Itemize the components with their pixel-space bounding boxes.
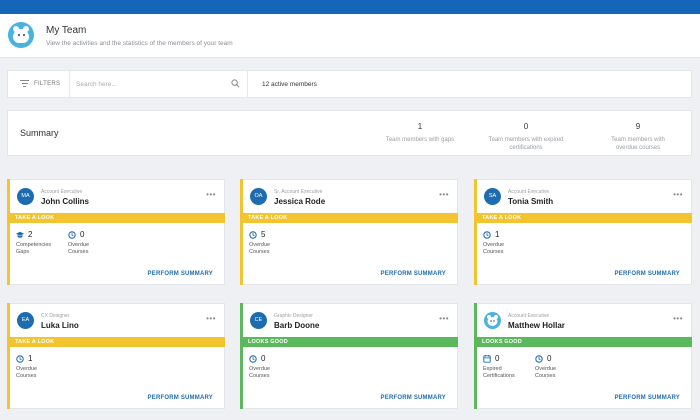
member-role: Account Executive xyxy=(508,313,550,319)
status-stripe xyxy=(7,179,10,285)
clock-icon xyxy=(68,231,76,239)
status-badge: LOOKS GOOD xyxy=(243,337,458,347)
member-card[interactable]: OA Sr. Account Executive Jessica Rode ••… xyxy=(240,179,458,285)
search-box xyxy=(70,71,248,97)
metric-label: Overdue Courses xyxy=(68,242,90,255)
page-subtitle: View the activities and the statistics o… xyxy=(46,40,233,47)
stat-value: 1 xyxy=(417,122,423,131)
perform-summary-button[interactable]: PERFORM SUMMARY xyxy=(148,395,213,401)
filters-button[interactable]: FILTERS xyxy=(8,71,70,97)
more-options-icon[interactable]: ••• xyxy=(673,315,683,323)
metric-value: 0 xyxy=(495,354,500,363)
more-options-icon[interactable]: ••• xyxy=(206,191,216,199)
stat-expired-certifications: 0 Team members with expired certificatio… xyxy=(471,121,581,152)
metric-label: Overdue Courses xyxy=(483,242,505,255)
avatar[interactable]: MA xyxy=(17,188,34,205)
metric-value: 5 xyxy=(261,230,266,239)
more-options-icon[interactable]: ••• xyxy=(673,191,683,199)
status-stripe xyxy=(240,179,243,285)
metric-label: Overdue Courses xyxy=(535,366,557,379)
filter-icon xyxy=(20,80,29,88)
page-title: My Team xyxy=(46,25,87,36)
member-card[interactable]: EA CX Designer Luka Lino ••• TAKE A LOOK… xyxy=(7,303,225,409)
member-role: Account Executive xyxy=(508,189,550,195)
page-header: My Team View the activities and the stat… xyxy=(0,14,700,58)
member-card[interactable]: MA Account Executive John Collins ••• TA… xyxy=(7,179,225,285)
status-badge: TAKE A LOOK xyxy=(477,213,692,223)
avatar[interactable]: CE xyxy=(250,312,267,329)
more-options-icon[interactable]: ••• xyxy=(439,191,449,199)
stat-label: Team members with xyxy=(611,137,665,143)
summary-title: Summary xyxy=(20,128,59,138)
stat-label-line2: overdue courses xyxy=(615,145,661,151)
member-card[interactable]: Account Executive Matthew Hollar ••• LOO… xyxy=(474,303,692,409)
perform-summary-button[interactable]: PERFORM SUMMARY xyxy=(615,271,680,277)
metric-value: 0 xyxy=(547,354,552,363)
metric-value: 2 xyxy=(28,230,33,239)
clock-icon xyxy=(483,231,491,239)
metric-label: Competencies Gaps xyxy=(16,242,52,255)
polar-bear-avatar-icon[interactable] xyxy=(484,312,501,329)
clock-icon xyxy=(249,355,257,363)
metric-value: 1 xyxy=(495,230,500,239)
stat-value: 0 xyxy=(523,122,529,131)
status-badge: TAKE A LOOK xyxy=(10,213,225,223)
stat-value: 9 xyxy=(635,122,641,131)
top-bar xyxy=(0,0,700,14)
stat-label-line2: certifications xyxy=(509,145,543,151)
status-stripe xyxy=(240,303,243,409)
member-name[interactable]: Tonia Smith xyxy=(508,197,553,206)
stat-label: Team members with expired xyxy=(488,137,564,143)
search-icon[interactable] xyxy=(231,79,240,88)
more-options-icon[interactable]: ••• xyxy=(439,315,449,323)
graduation-cap-icon xyxy=(16,231,24,238)
filters-label: FILTERS xyxy=(34,81,61,87)
perform-summary-button[interactable]: PERFORM SUMMARY xyxy=(615,395,680,401)
member-name[interactable]: Luka Lino xyxy=(41,321,79,330)
status-badge: LOOKS GOOD xyxy=(477,337,692,347)
perform-summary-button[interactable]: PERFORM SUMMARY xyxy=(148,271,213,277)
avatar[interactable]: EA xyxy=(17,312,34,329)
stat-members-with-gaps: 1 Team members with gaps xyxy=(365,121,475,144)
member-card[interactable]: CE Graphic Designer Barb Doone ••• LOOKS… xyxy=(240,303,458,409)
perform-summary-button[interactable]: PERFORM SUMMARY xyxy=(381,395,446,401)
metric-label: Overdue Courses xyxy=(249,366,271,379)
avatar[interactable]: SA xyxy=(484,188,501,205)
status-stripe xyxy=(474,179,477,285)
perform-summary-button[interactable]: PERFORM SUMMARY xyxy=(381,271,446,277)
polar-bear-logo-icon xyxy=(8,22,34,48)
metric-value: 0 xyxy=(80,230,85,239)
clock-icon xyxy=(16,355,24,363)
member-role: Account Executive xyxy=(41,189,83,195)
metric-value: 0 xyxy=(261,354,266,363)
status-stripe xyxy=(474,303,477,409)
metric-label: Expired Certifications xyxy=(483,366,515,379)
clock-icon xyxy=(249,231,257,239)
status-stripe xyxy=(7,303,10,409)
clock-icon xyxy=(535,355,543,363)
metric-value: 1 xyxy=(28,354,33,363)
member-role: Graphic Designer xyxy=(274,313,313,319)
certificate-icon xyxy=(483,355,491,363)
filter-bar: FILTERS 12 active members xyxy=(7,70,692,98)
status-badge: TAKE A LOOK xyxy=(10,337,225,347)
metric-label: Overdue Courses xyxy=(16,366,38,379)
member-role: Sr. Account Executive xyxy=(274,189,323,195)
status-badge: TAKE A LOOK xyxy=(243,213,458,223)
stat-overdue-courses: 9 Team members with overdue courses xyxy=(583,121,693,152)
member-name[interactable]: Barb Doone xyxy=(274,321,319,330)
more-options-icon[interactable]: ••• xyxy=(206,315,216,323)
member-name[interactable]: Matthew Hollar xyxy=(508,321,565,330)
active-members-count: 12 active members xyxy=(262,81,317,88)
metric-label: Overdue Courses xyxy=(249,242,271,255)
avatar[interactable]: OA xyxy=(250,188,267,205)
stat-label: Team members with gaps xyxy=(385,137,455,143)
summary-panel: Summary 1 Team members with gaps 0 Team … xyxy=(7,110,692,156)
member-name[interactable]: John Collins xyxy=(41,197,89,206)
member-card[interactable]: SA Account Executive Tonia Smith ••• TAK… xyxy=(474,179,692,285)
member-role: CX Designer xyxy=(41,313,70,319)
member-name[interactable]: Jessica Rode xyxy=(274,197,325,206)
search-input[interactable] xyxy=(76,77,216,91)
